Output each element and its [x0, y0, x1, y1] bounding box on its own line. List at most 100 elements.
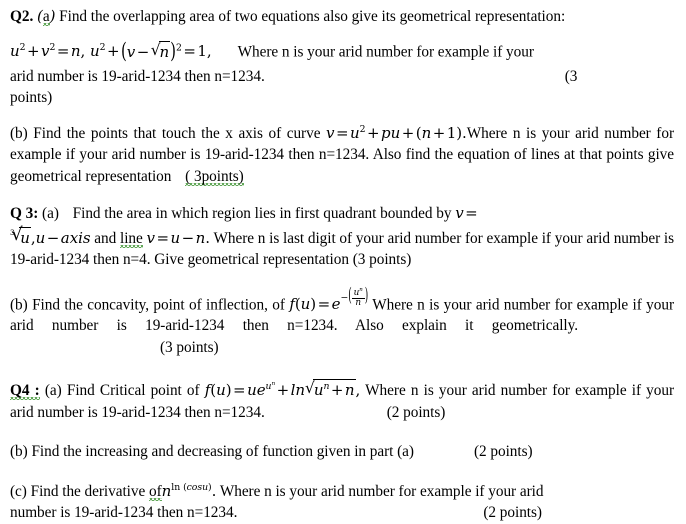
op-plus: + [27, 42, 40, 61]
paren-close: ) [170, 38, 176, 65]
var-v: v [146, 228, 155, 247]
var-p: p [381, 123, 391, 142]
q2-arid-text: arid number is 19-arid-1234 then n=1234. [10, 67, 265, 85]
op-plus: + [401, 123, 415, 142]
radicand: u [19, 226, 31, 250]
q3b-points: (3 points) [160, 338, 219, 356]
paren-open: ( [348, 286, 352, 308]
q4-label-text: Q4 [10, 382, 30, 400]
q4b-text: Find the increasing and decreasing of fu… [31, 443, 414, 461]
period: . [211, 481, 217, 500]
op-plus: + [106, 42, 120, 61]
question-q2-paragraph: Q2. (a) Find the overlapping area of two… [10, 6, 674, 28]
var-n: n [421, 123, 432, 142]
question-q2b-paragraph: (b) Find the points that touch the x axi… [10, 123, 674, 188]
question-q2-label: Q2. [10, 8, 34, 25]
q4c-label: (c) [10, 482, 27, 500]
q2-equation-paragraph: u2+v2=n, u2+(v−n)2=1,Where n is your ari… [10, 38, 674, 64]
question-q3-label: Q 3: [10, 205, 39, 223]
q4c-equation: nln (cosu). [162, 482, 217, 500]
comma: , [206, 42, 212, 61]
q2b-text-before: Find the points that touch the x axis of… [33, 124, 321, 142]
paren-close: ) [49, 7, 56, 25]
exp-2: 2 [359, 123, 366, 135]
op-plus: + [432, 123, 446, 142]
q2-points-open: (3 [564, 67, 578, 85]
radicand: un + n [312, 379, 356, 402]
q4c-of-word: of [149, 482, 162, 500]
q4c-points: (2 points) [483, 504, 542, 522]
var-u: u [390, 123, 401, 142]
question-q4c-paragraph: (c) Find the derivative ofnln (cosu). Wh… [10, 481, 674, 524]
var-u: u [300, 294, 311, 313]
var-u: u [35, 228, 46, 247]
grouped-term: (v−n)2 [121, 38, 182, 64]
op-equals: = [465, 204, 478, 223]
q2-where-text: Where n is your arid number for example … [237, 43, 534, 61]
ln-label: ln [290, 381, 306, 400]
sqrt-term: un+n [305, 378, 356, 401]
fraction: un n [351, 287, 365, 309]
comma: , [355, 381, 361, 400]
var-u: u [313, 381, 324, 400]
ln-label: ln [171, 481, 181, 493]
op-equals: = [156, 228, 169, 247]
axis-word: axis [60, 228, 91, 247]
op-minus: − [46, 228, 60, 247]
q4c-text-after: Where n is your arid number for example … [219, 482, 544, 500]
q2-arid-paragraph: arid number is 19-arid-1234 then n=1234.… [10, 66, 674, 109]
q4-points: (2 points) [386, 403, 446, 421]
op-plus: + [330, 381, 344, 400]
var-e: e [256, 381, 266, 400]
op-plus: + [367, 123, 380, 142]
question-q4b-paragraph: (b) Find the increasing and decreasing o… [10, 441, 674, 463]
q3-eq-lead: v = [455, 204, 479, 222]
op-plus: + [276, 381, 290, 400]
question-q4-label: Q4 : [10, 382, 40, 400]
q2b-points: ( 3points) [185, 167, 244, 185]
op-equals: = [233, 381, 246, 400]
question-q3-paragraph: Q 3: (a) Find the area in which region l… [10, 203, 674, 270]
var-e: e [331, 294, 341, 313]
q3-part-a-label: (a) [42, 205, 59, 223]
q3-text-before: Find the area in which region lies in fi… [72, 205, 452, 223]
cbrt-u: 3u,u−axis [10, 225, 91, 247]
q4b-label: (b) [10, 443, 28, 461]
cube-root: 3u [10, 225, 31, 249]
q4c-text-before: Find the derivative [30, 482, 146, 500]
q2-part-a-label: (a) [37, 7, 56, 25]
op-minus: − [136, 43, 150, 62]
var-u: u [89, 42, 100, 61]
var-n: n [344, 381, 355, 400]
q4-part-a-label: (a) [44, 382, 62, 400]
q2-part-a-letter: a [42, 8, 50, 25]
var-u: u [170, 228, 181, 247]
var-u: u [247, 381, 257, 400]
var-u: u [216, 381, 226, 400]
op-equals: = [335, 123, 349, 142]
paren-open: ( [120, 38, 127, 65]
cos-label: cos [186, 481, 203, 493]
question-q3b-paragraph: (b) Find the concavity, point of inflect… [10, 287, 674, 359]
var-n: n [161, 481, 172, 500]
exponent-negative-fraction: −(un n) [340, 286, 369, 309]
var-v: v [455, 204, 464, 223]
sqrt-n: n [151, 40, 171, 64]
num-1: 1 [197, 42, 207, 61]
paren-close: ) [364, 286, 369, 308]
var-n: n [70, 42, 81, 61]
exp-2: 2 [19, 42, 26, 54]
exponent-ln-cos-u: ln (cosu) [171, 482, 211, 493]
q4b-points: (2 points) [473, 443, 533, 461]
op-equals: = [183, 42, 196, 61]
q2-points-close: points) [10, 89, 53, 107]
exp-n: n [359, 287, 363, 294]
paren-open: ( [37, 7, 43, 25]
q4-text-before: Find Critical point of [66, 382, 200, 400]
op-minus: − [181, 228, 195, 247]
radicand: n [158, 41, 171, 64]
var-n: n [195, 228, 206, 247]
q3-line-equation: v = u − n. [146, 228, 211, 247]
q4-equation: f(u)=ueun+lnun+n, [205, 378, 361, 401]
q3b-equation: f(u) = e−(un n) [289, 287, 368, 313]
